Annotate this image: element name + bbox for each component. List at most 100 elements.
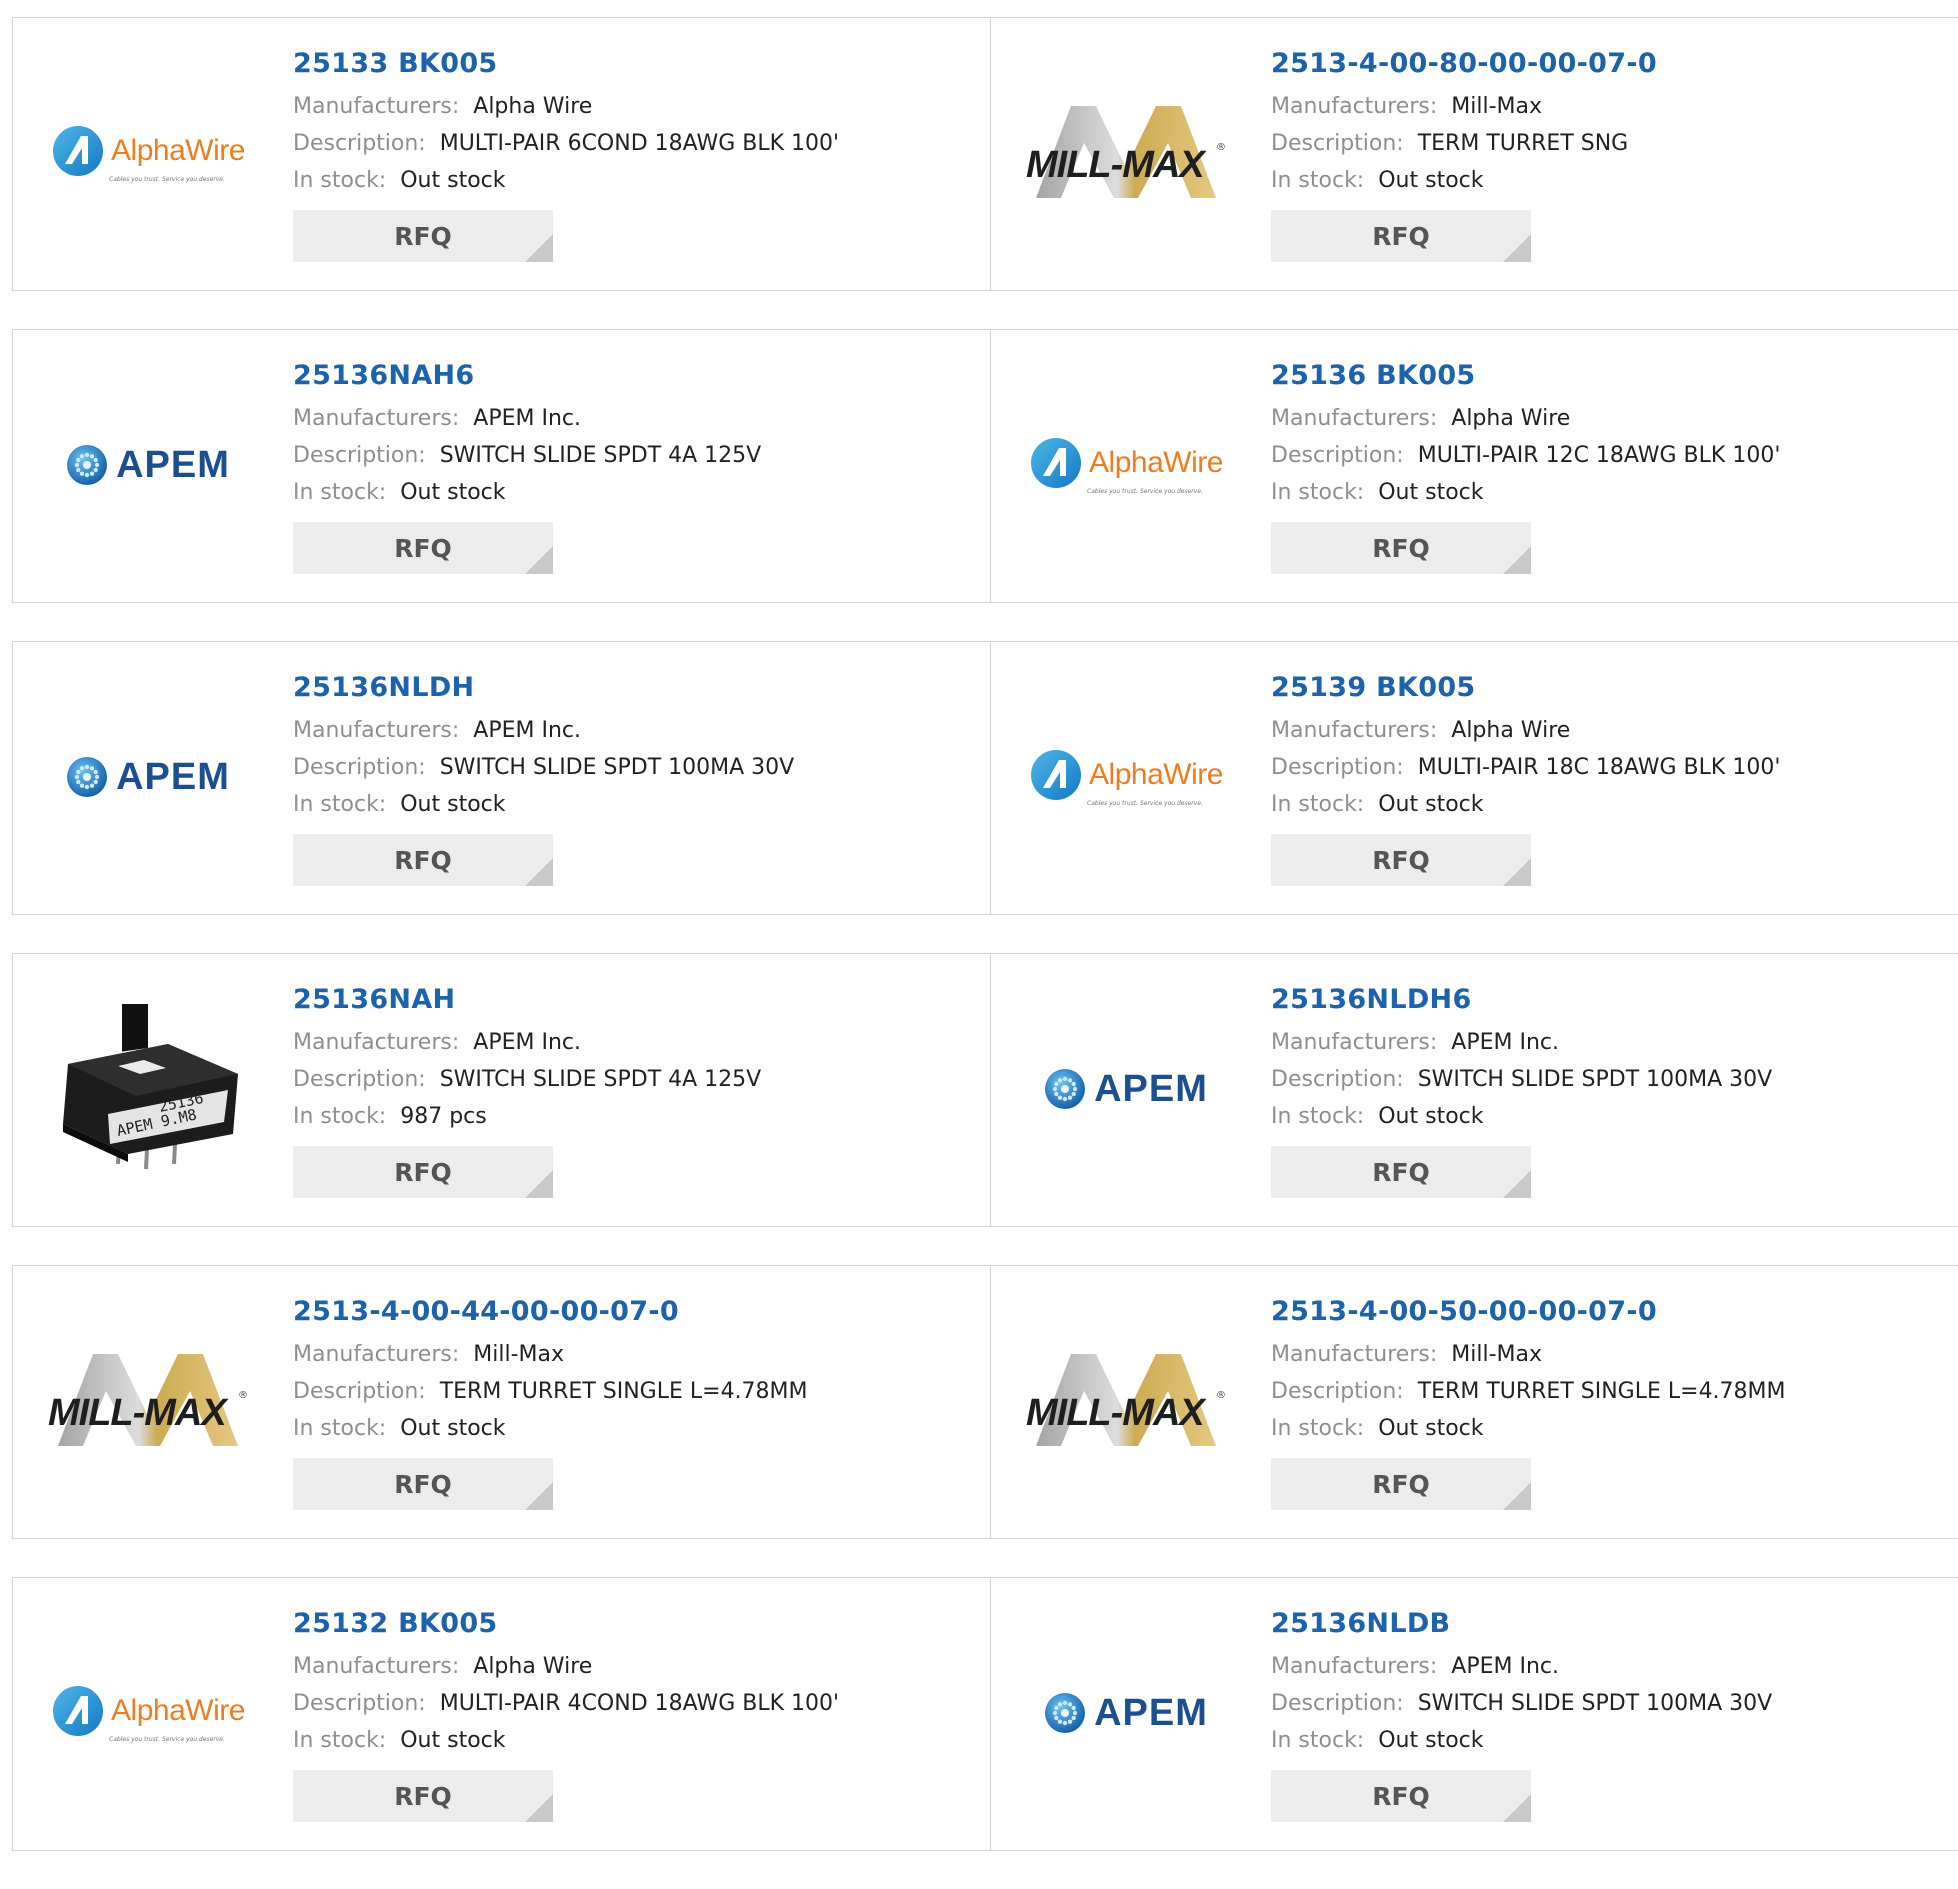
rfq-label: RFQ xyxy=(1372,533,1430,563)
rfq-label: RFQ xyxy=(394,533,452,563)
product-info: 2513-4-00-44-00-00-07-0 Manufacturers: Mil… xyxy=(293,1294,973,1510)
corner-decoration xyxy=(525,1482,553,1510)
part-number-link[interactable]: 25132 BK005 xyxy=(293,1606,973,1642)
part-number-link[interactable]: 2513-4-00-44-00-00-07-0 xyxy=(293,1294,973,1330)
description-value: SWITCH SLIDE SPDT 4A 125V xyxy=(439,443,762,468)
product-card: MILL-MAX ® 2513-4-00-50-00-00-07-0 Manufact… xyxy=(991,1266,1958,1538)
rfq-button[interactable]: RFQ xyxy=(293,834,553,886)
manufacturer-logo[interactable]: MILL-MAX ® xyxy=(1026,1316,1226,1486)
part-number-link[interactable]: 2513-4-00-80-00-00-07-0 xyxy=(1271,46,1951,82)
product-card: APEM 25136NLDB Manufacturers: APEM Inc. Desc… xyxy=(991,1578,1958,1850)
description-value: SWITCH SLIDE SPDT 100MA 30V xyxy=(1417,1691,1773,1716)
stock-value: Out stock xyxy=(1378,1104,1484,1129)
apem-logo: APEM xyxy=(1044,1068,1208,1111)
alphawire-logo: AlphaWire Cables you trust. Service you d… xyxy=(1029,436,1223,495)
manufacturer-label: Manufacturers: xyxy=(1271,406,1438,431)
rfq-button[interactable]: RFQ xyxy=(293,1770,553,1822)
manufacturer-label: Manufacturers: xyxy=(293,94,460,119)
product-card: AlphaWire Cables you trust. Service you d… xyxy=(991,330,1958,602)
manufacturer-logo[interactable]: MILL-MAX ® xyxy=(48,1316,248,1486)
product-card: AlphaWire Cables you trust. Service you d… xyxy=(13,18,991,290)
product-card: APEM 25136NLDH Manufacturers: APEM Inc. Desc… xyxy=(13,642,991,914)
part-number-link[interactable]: 25136NAH xyxy=(293,982,973,1018)
description-label: Description: xyxy=(293,443,426,468)
rfq-label: RFQ xyxy=(1372,845,1430,875)
manufacturer-logo[interactable]: AlphaWire Cables you trust. Service you d… xyxy=(1026,692,1226,862)
rfq-button[interactable]: RFQ xyxy=(1271,210,1531,262)
stock-value: Out stock xyxy=(400,1728,506,1753)
corner-decoration xyxy=(525,1794,553,1822)
stock-line: In stock: Out stock xyxy=(1271,474,1951,511)
description-label: Description: xyxy=(293,1067,426,1092)
part-number-link[interactable]: 25136 BK005 xyxy=(1271,358,1951,394)
description-label: Description: xyxy=(1271,1691,1404,1716)
manufacturer-value: Mill-Max xyxy=(473,1342,565,1367)
alphawire-mark-icon xyxy=(1031,437,1082,488)
corner-decoration xyxy=(1503,1170,1531,1198)
rfq-button[interactable]: RFQ xyxy=(1271,1770,1531,1822)
millmax-logo: MILL-MAX ® xyxy=(48,1346,248,1456)
stock-value: 987 pcs xyxy=(400,1104,487,1129)
stock-line: In stock: Out stock xyxy=(293,786,973,823)
manufacturer-label: Manufacturers: xyxy=(293,1342,460,1367)
manufacturer-label: Manufacturers: xyxy=(293,406,460,431)
manufacturer-logo[interactable]: MILL-MAX ® xyxy=(1026,68,1226,238)
part-number-link[interactable]: 25136NLDH6 xyxy=(1271,982,1951,1018)
description-label: Description: xyxy=(1271,131,1404,156)
stock-line: In stock: Out stock xyxy=(293,1722,973,1759)
product-card: AlphaWire Cables you trust. Service you d… xyxy=(13,1578,991,1850)
manufacturer-logo[interactable]: AlphaWire Cables you trust. Service you d… xyxy=(48,68,248,238)
millmax-logo: MILL-MAX ® xyxy=(1026,1346,1226,1456)
rfq-button[interactable]: RFQ xyxy=(293,1458,553,1510)
stock-value: Out stock xyxy=(400,1416,506,1441)
manufacturer-logo[interactable]: APEM xyxy=(48,692,248,862)
manufacturer-logo[interactable]: 25136 APEM 9.M8 xyxy=(48,1004,248,1174)
manufacturer-label: Manufacturers: xyxy=(1271,1030,1438,1055)
stock-label: In stock: xyxy=(1271,1728,1365,1753)
part-number-link[interactable]: 25136NLDB xyxy=(1271,1606,1951,1642)
rfq-button[interactable]: RFQ xyxy=(293,522,553,574)
part-number-link[interactable]: 25133 BK005 xyxy=(293,46,973,82)
part-number-link[interactable]: 25136NAH6 xyxy=(293,358,973,394)
rfq-button[interactable]: RFQ xyxy=(1271,1146,1531,1198)
manufacturer-logo[interactable]: APEM xyxy=(1026,1628,1226,1798)
manufacturer-logo[interactable]: AlphaWire Cables you trust. Service you d… xyxy=(1026,380,1226,550)
stock-label: In stock: xyxy=(1271,480,1365,505)
stock-line: In stock: Out stock xyxy=(1271,1098,1951,1135)
manufacturer-logo[interactable]: APEM xyxy=(48,380,248,550)
manufacturer-label: Manufacturers: xyxy=(1271,1654,1438,1679)
manufacturer-logo[interactable]: APEM xyxy=(1026,1004,1226,1174)
part-number-link[interactable]: 25136NLDH xyxy=(293,670,973,706)
rfq-button[interactable]: RFQ xyxy=(1271,834,1531,886)
description-line: Description: MULTI-PAIR 6COND 18AWG BLK 1… xyxy=(293,125,973,162)
product-row: MILL-MAX ® 2513-4-00-44-00-00-07-0 Manufact… xyxy=(12,1265,1958,1539)
apem-logo: APEM xyxy=(66,444,230,487)
stock-label: In stock: xyxy=(1271,1416,1365,1441)
part-number-link[interactable]: 2513-4-00-50-00-00-07-0 xyxy=(1271,1294,1951,1330)
rfq-button[interactable]: RFQ xyxy=(293,210,553,262)
manufacturer-value: Alpha Wire xyxy=(473,1654,593,1679)
rfq-button[interactable]: RFQ xyxy=(293,1146,553,1198)
stock-label: In stock: xyxy=(293,480,387,505)
stock-line: In stock: Out stock xyxy=(1271,1722,1951,1759)
description-line: Description: MULTI-PAIR 18C 18AWG BLK 100… xyxy=(1271,749,1951,786)
description-value: SWITCH SLIDE SPDT 100MA 30V xyxy=(1417,1067,1773,1092)
alphawire-logo: AlphaWire Cables you trust. Service you d… xyxy=(1029,748,1223,807)
stock-label: In stock: xyxy=(293,1416,387,1441)
description-value: TERM TURRET SINGLE L=4.78MM xyxy=(439,1379,808,1404)
part-number-link[interactable]: 25139 BK005 xyxy=(1271,670,1951,706)
description-value: SWITCH SLIDE SPDT 100MA 30V xyxy=(439,755,795,780)
manufacturer-logo[interactable]: AlphaWire Cables you trust. Service you d… xyxy=(48,1628,248,1798)
stock-line: In stock: Out stock xyxy=(1271,786,1951,823)
alphawire-logo: AlphaWire Cables you trust. Service you d… xyxy=(51,124,245,183)
rfq-button[interactable]: RFQ xyxy=(1271,1458,1531,1510)
corner-decoration xyxy=(525,858,553,886)
description-value: MULTI-PAIR 4COND 18AWG BLK 100' xyxy=(439,1691,840,1716)
corner-decoration xyxy=(525,1170,553,1198)
corner-decoration xyxy=(1503,546,1531,574)
description-label: Description: xyxy=(293,131,426,156)
manufacturer-line: Manufacturers: APEM Inc. xyxy=(293,1024,973,1061)
rfq-button[interactable]: RFQ xyxy=(1271,522,1531,574)
apem-logo: APEM xyxy=(1044,1692,1208,1735)
stock-label: In stock: xyxy=(293,792,387,817)
